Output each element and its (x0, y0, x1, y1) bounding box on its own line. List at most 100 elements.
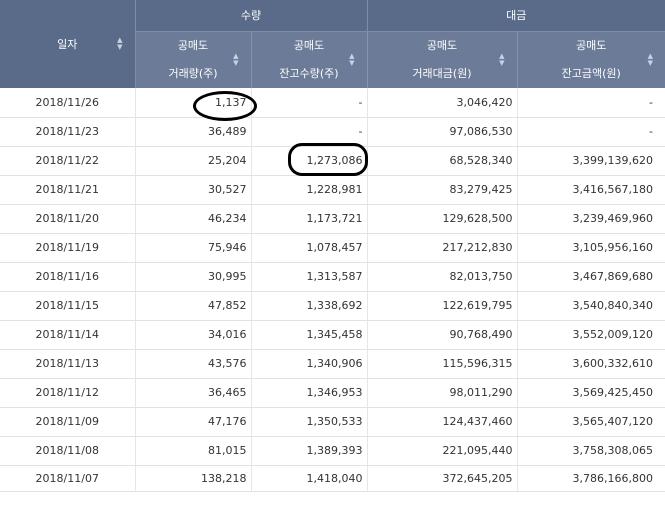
cell-short-balance-qty: 1,313,587 (251, 262, 368, 292)
cell-short-volume: 46,234 (135, 204, 252, 234)
cell-short-balance-qty: - (251, 88, 368, 118)
cell-short-balance-amount: 3,552,009,120 (517, 320, 665, 350)
cell-short-balance-qty: 1,078,457 (251, 233, 368, 263)
short-selling-table: 일자 ▲ ▼ 수량 대금 공매도 거래량(주) ▲ ▼ 공매도 잔고수량(주) ▲ ▼ (0, 0, 665, 492)
cell-short-volume: 138,218 (135, 465, 252, 492)
cell-short-trade-amount: 68,528,340 (367, 146, 518, 176)
cell-date: 2018/11/26 (0, 88, 136, 118)
table-row[interactable]: 2018/11/14 34,016 1,345,458 90,768,490 3,552… (0, 320, 665, 350)
cell-date: 2018/11/22 (0, 146, 136, 176)
table-row[interactable]: 2018/11/23 36,489-97,086,530- (0, 117, 665, 147)
table-row[interactable]: 2018/11/19 75,946 1,078,457 217,212,830 3,10… (0, 233, 665, 263)
table-row[interactable]: 2018/11/22 25,204 1,273,086 68,528,340 3,399… (0, 146, 665, 176)
cell-short-balance-qty: 1,173,721 (251, 204, 368, 234)
cell-short-balance-amount: 3,600,332,610 (517, 349, 665, 379)
cell-short-trade-amount: 372,645,205 (367, 465, 518, 492)
cell-short-volume: 43,576 (135, 349, 252, 379)
sort-up-down-icon[interactable]: ▲ ▼ (117, 37, 122, 51)
cell-short-balance-amount: 3,467,869,680 (517, 262, 665, 292)
cell-date: 2018/11/09 (0, 407, 136, 437)
cell-short-trade-amount: 3,046,420 (367, 88, 518, 118)
cell-short-balance-amount: 3,758,308,065 (517, 436, 665, 466)
cell-short-volume: 25,204 (135, 146, 252, 176)
cell-short-balance-amount: 3,786,166,800 (517, 465, 665, 492)
cell-short-trade-amount: 98,011,290 (367, 378, 518, 408)
cell-short-volume: 47,852 (135, 291, 252, 321)
cell-short-volume: 81,015 (135, 436, 252, 466)
cell-short-trade-amount: 115,596,315 (367, 349, 518, 379)
table-row[interactable]: 2018/11/12 36,465 1,346,953 98,011,290 3,569… (0, 378, 665, 408)
cell-short-balance-qty: 1,338,692 (251, 291, 368, 321)
column-group-amount: 대금 (367, 0, 665, 32)
table-row[interactable]: 2018/11/16 30,995 1,313,587 82,013,750 3,467… (0, 262, 665, 292)
cell-date: 2018/11/19 (0, 233, 136, 263)
cell-short-volume: 36,489 (135, 117, 252, 147)
sort-up-down-icon[interactable]: ▲ ▼ (499, 52, 504, 67)
cell-short-balance-qty: 1,228,981 (251, 175, 368, 205)
cell-short-trade-amount: 90,768,490 (367, 320, 518, 350)
cell-date: 2018/11/08 (0, 436, 136, 466)
table-row[interactable]: 2018/11/21 30,527 1,228,981 83,279,425 3,416… (0, 175, 665, 205)
cell-date: 2018/11/16 (0, 262, 136, 292)
table-row[interactable]: 2018/11/26 1,137-3,046,420- (0, 88, 665, 118)
column-header-label: 일자 (57, 38, 78, 51)
cell-short-trade-amount: 97,086,530 (367, 117, 518, 147)
cell-short-volume: 30,995 (135, 262, 252, 292)
cell-short-balance-qty: - (251, 117, 368, 147)
column-header-short-volume[interactable]: 공매도 거래량(주) ▲ ▼ (135, 31, 252, 88)
cell-short-balance-amount: - (517, 88, 665, 118)
cell-short-balance-qty: 1,273,086 (251, 146, 368, 176)
table-row[interactable]: 2018/11/08 81,015 1,389,393 221,095,440 3,75… (0, 436, 665, 466)
cell-short-balance-amount: 3,540,840,340 (517, 291, 665, 321)
cell-date: 2018/11/20 (0, 204, 136, 234)
cell-short-volume: 75,946 (135, 233, 252, 263)
cell-short-balance-amount: 3,565,407,120 (517, 407, 665, 437)
cell-short-trade-amount: 221,095,440 (367, 436, 518, 466)
table-row[interactable]: 2018/11/09 47,176 1,350,533 124,437,460 3,56… (0, 407, 665, 437)
column-header-date[interactable]: 일자 ▲ ▼ (0, 0, 136, 88)
cell-short-trade-amount: 83,279,425 (367, 175, 518, 205)
table-row[interactable]: 2018/11/13 43,576 1,340,906 115,596,315 3,60… (0, 349, 665, 379)
cell-date: 2018/11/07 (0, 465, 136, 492)
cell-short-balance-qty: 1,345,458 (251, 320, 368, 350)
short-selling-table-view: 일자 ▲ ▼ 수량 대금 공매도 거래량(주) ▲ ▼ 공매도 잔고수량(주) ▲ ▼ (0, 0, 665, 516)
cell-date: 2018/11/21 (0, 175, 136, 205)
sort-up-down-icon[interactable]: ▲ ▼ (349, 52, 354, 67)
sort-up-down-icon[interactable]: ▲ ▼ (233, 52, 238, 67)
cell-short-trade-amount: 124,437,460 (367, 407, 518, 437)
cell-date: 2018/11/12 (0, 378, 136, 408)
cell-date: 2018/11/15 (0, 291, 136, 321)
cell-short-trade-amount: 82,013,750 (367, 262, 518, 292)
cell-short-volume: 30,527 (135, 175, 252, 205)
sort-up-down-icon[interactable]: ▲ ▼ (648, 52, 653, 67)
column-group-quantity: 수량 (135, 0, 368, 32)
table-row[interactable]: 2018/11/15 47,852 1,338,692 122,619,795 3,54… (0, 291, 665, 321)
cell-short-balance-qty: 1,346,953 (251, 378, 368, 408)
cell-short-volume: 1,137 (135, 88, 252, 118)
cell-short-balance-qty: 1,350,533 (251, 407, 368, 437)
cell-short-balance-amount: 3,239,469,960 (517, 204, 665, 234)
column-header-short-balance-qty[interactable]: 공매도 잔고수량(주) ▲ ▼ (251, 31, 368, 88)
cell-short-balance-amount: 3,105,956,160 (517, 233, 665, 263)
cell-short-trade-amount: 129,628,500 (367, 204, 518, 234)
column-header-short-trade-amount[interactable]: 공매도 거래대금(원) ▲ ▼ (367, 31, 518, 88)
column-header-short-balance-amount[interactable]: 공매도 잔고금액(원) ▲ ▼ (517, 31, 665, 88)
cell-short-volume: 47,176 (135, 407, 252, 437)
cell-short-balance-qty: 1,389,393 (251, 436, 368, 466)
cell-date: 2018/11/14 (0, 320, 136, 350)
table-header: 일자 ▲ ▼ 수량 대금 공매도 거래량(주) ▲ ▼ 공매도 잔고수량(주) ▲ ▼ (0, 0, 665, 88)
cell-date: 2018/11/13 (0, 349, 136, 379)
cell-short-volume: 36,465 (135, 378, 252, 408)
cell-short-balance-amount: 3,399,139,620 (517, 146, 665, 176)
cell-short-trade-amount: 122,619,795 (367, 291, 518, 321)
cell-short-trade-amount: 217,212,830 (367, 233, 518, 263)
cell-short-balance-qty: 1,340,906 (251, 349, 368, 379)
cell-date: 2018/11/23 (0, 117, 136, 147)
cell-short-balance-amount: 3,569,425,450 (517, 378, 665, 408)
table-body: 2018/11/26 1,137-3,046,420-2018/11/23 36,4… (0, 88, 665, 492)
cell-short-volume: 34,016 (135, 320, 252, 350)
cell-short-balance-qty: 1,418,040 (251, 465, 368, 492)
table-row[interactable]: 2018/11/20 46,234 1,173,721 129,628,500 3,23… (0, 204, 665, 234)
cell-short-balance-amount: - (517, 117, 665, 147)
table-row[interactable]: 2018/11/07 138,218 1,418,040 372,645,205 3,7… (0, 465, 665, 492)
